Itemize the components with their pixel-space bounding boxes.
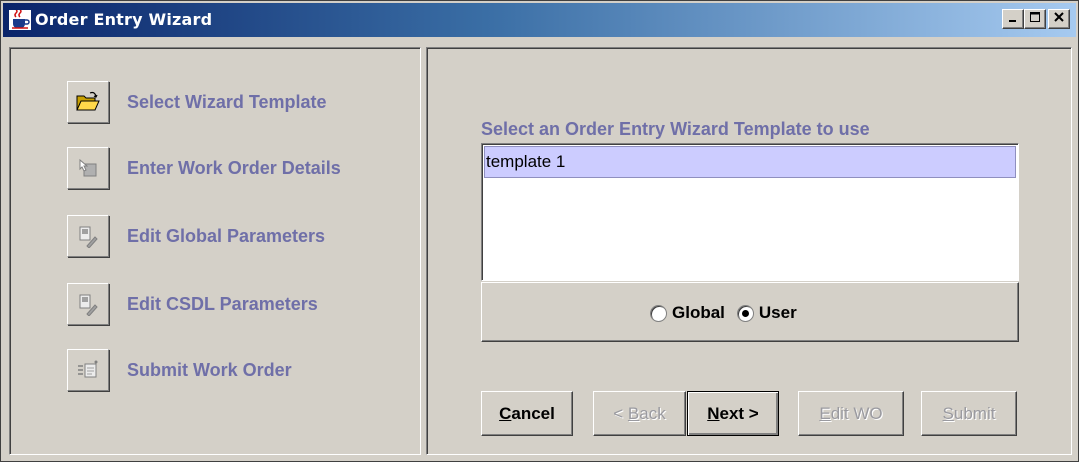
title-bar[interactable]: Order Entry Wizard xyxy=(3,3,1076,37)
submit-button[interactable]: Submit xyxy=(921,391,1017,436)
scope-radio-panel: Global User xyxy=(481,282,1019,342)
minimize-button[interactable] xyxy=(1002,9,1024,29)
template-prompt: Select an Order Entry Wizard Template to… xyxy=(481,119,870,139)
mnemonic: B xyxy=(627,403,640,423)
window-title: Order Entry Wizard xyxy=(35,10,213,29)
submit-icon xyxy=(67,349,109,391)
step-label: Edit CSDL Parameters xyxy=(127,294,318,314)
maximize-button[interactable] xyxy=(1024,9,1046,29)
step-enter-work-order-details[interactable]: Enter Work Order Details xyxy=(59,147,409,191)
folder-open-icon xyxy=(67,81,109,123)
mnemonic: E xyxy=(819,403,831,423)
step-label: Select Wizard Template xyxy=(127,92,327,112)
edit-wo-button[interactable]: Edit WO xyxy=(798,391,904,436)
step-edit-csdl-parameters[interactable]: Edit CSDL Parameters xyxy=(59,283,409,327)
template-list[interactable]: template 1 xyxy=(481,143,1019,281)
minimize-icon xyxy=(1007,10,1019,28)
list-item-template[interactable]: template 1 xyxy=(484,146,1016,178)
step-label: Edit Global Parameters xyxy=(127,226,326,246)
button-prefix: < xyxy=(613,403,628,423)
mnemonic: N xyxy=(707,403,720,423)
cursor-hand-icon xyxy=(67,147,109,189)
cancel-button[interactable]: Cancel xyxy=(481,391,573,436)
scope-radio-group: Global User xyxy=(650,302,809,324)
order-entry-wizard-window: Order Entry Wizard Select Wizard Templat… xyxy=(0,0,1079,462)
global-radio-label[interactable]: Global xyxy=(672,303,725,323)
button-label: ack xyxy=(639,403,666,423)
mnemonic: C xyxy=(499,403,512,423)
step-label: Submit Work Order xyxy=(127,360,292,380)
step-label: Enter Work Order Details xyxy=(127,158,341,178)
button-label: ext > xyxy=(719,403,759,423)
maximize-icon xyxy=(1029,10,1041,28)
user-radio-label[interactable]: User xyxy=(759,303,797,323)
button-label: ancel xyxy=(511,403,555,423)
global-radio[interactable] xyxy=(650,304,667,322)
back-button[interactable]: < Back xyxy=(593,391,686,436)
edit-document-icon xyxy=(67,215,109,257)
step-edit-global-parameters[interactable]: Edit Global Parameters xyxy=(59,215,409,259)
close-button[interactable] xyxy=(1048,9,1070,29)
step-select-wizard-template[interactable]: Select Wizard Template xyxy=(59,81,409,125)
user-radio[interactable] xyxy=(736,304,754,322)
edit-document-icon xyxy=(67,283,109,325)
java-cup-icon xyxy=(9,9,31,30)
step-submit-work-order[interactable]: Submit Work Order xyxy=(59,349,409,393)
close-icon xyxy=(1053,10,1065,28)
button-label: ubmit xyxy=(953,403,996,423)
button-label: dit WO xyxy=(830,403,883,423)
next-button[interactable]: Next > xyxy=(687,391,779,436)
mnemonic: S xyxy=(942,403,954,423)
